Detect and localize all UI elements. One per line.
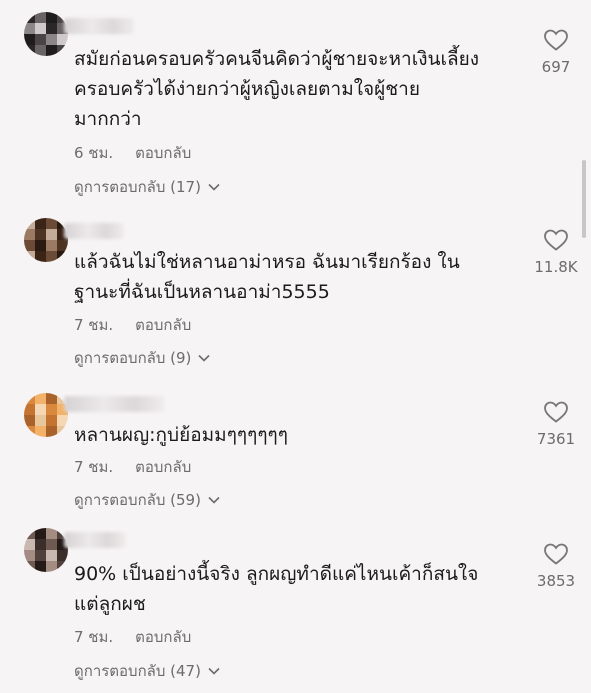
comment-meta: 7 ชม. ตอบกลับ	[74, 313, 191, 337]
like-count: 11.8K	[534, 258, 578, 276]
heart-outline-icon	[544, 229, 568, 251]
avatar[interactable]	[24, 218, 68, 262]
like-button[interactable]: 11.8K	[528, 228, 584, 276]
comment-text: 90% เป็นอย่างนี้จริง ลูกผญทำดีแค่ไหนเค้า…	[74, 563, 479, 615]
view-replies-label: ดูการตอบกลับ (59)	[74, 491, 201, 509]
view-replies-button[interactable]: ดูการตอบกลับ (59)	[74, 488, 221, 512]
comment-text: สมัยก่อนครอบครัวคนจีนคิดว่าผู้ชายจะหาเงิ…	[74, 48, 480, 130]
comment-time: 7 ชม.	[74, 316, 114, 334]
chevron-down-icon	[208, 496, 220, 504]
view-replies-button[interactable]: ดูการตอบกลับ (47)	[74, 659, 221, 683]
comment-meta: 6 ชม. ตอบกลับ	[74, 141, 191, 165]
heart-outline-icon	[544, 29, 568, 51]
view-replies-label: ดูการตอบกลับ (17)	[74, 178, 201, 196]
chevron-down-icon	[208, 183, 220, 191]
comment-time: 6 ชม.	[74, 144, 114, 162]
like-button[interactable]: 3853	[528, 542, 584, 590]
like-button[interactable]: 7361	[528, 400, 584, 448]
chevron-down-icon	[198, 354, 210, 362]
heart-outline-icon	[544, 543, 568, 565]
reply-button[interactable]: ตอบกลับ	[135, 144, 191, 162]
comment-meta: 7 ชม. ตอบกลับ	[74, 625, 191, 649]
like-count: 3853	[536, 572, 576, 590]
comment-time: 7 ชม.	[74, 628, 114, 646]
reply-button[interactable]: ตอบกลับ	[135, 628, 191, 646]
scrollbar[interactable]	[582, 160, 586, 238]
view-replies-button[interactable]: ดูการตอบกลับ (17)	[74, 175, 221, 199]
avatar[interactable]	[24, 528, 68, 572]
reply-button[interactable]: ตอบกลับ	[135, 458, 191, 476]
view-replies-label: ดูการตอบกลับ (9)	[74, 349, 192, 367]
like-count: 7361	[536, 430, 576, 448]
chevron-down-icon	[208, 667, 220, 675]
username-blurred[interactable]	[64, 18, 134, 34]
view-replies-button[interactable]: ดูการตอบกลับ (9)	[74, 346, 211, 370]
comment-meta: 7 ชม. ตอบกลับ	[74, 455, 191, 479]
avatar[interactable]	[24, 393, 68, 437]
like-button[interactable]: 697	[528, 28, 584, 76]
comment-text: หลานผญ:กูบ่ย้อมมๆๆๆๆๆๆ	[74, 424, 288, 446]
avatar[interactable]	[24, 12, 68, 56]
view-replies-label: ดูการตอบกลับ (47)	[74, 662, 201, 680]
like-count: 697	[541, 58, 571, 76]
reply-button[interactable]: ตอบกลับ	[135, 316, 191, 334]
comment-text: แล้วฉันไม่ใช่หลานอาม่าหรอ ฉันมาเรียกร้อง…	[74, 251, 460, 303]
username-blurred[interactable]	[64, 223, 124, 239]
heart-outline-icon	[544, 401, 568, 423]
username-blurred[interactable]	[64, 396, 164, 412]
username-blurred[interactable]	[64, 532, 126, 548]
comment-time: 7 ชม.	[74, 458, 114, 476]
